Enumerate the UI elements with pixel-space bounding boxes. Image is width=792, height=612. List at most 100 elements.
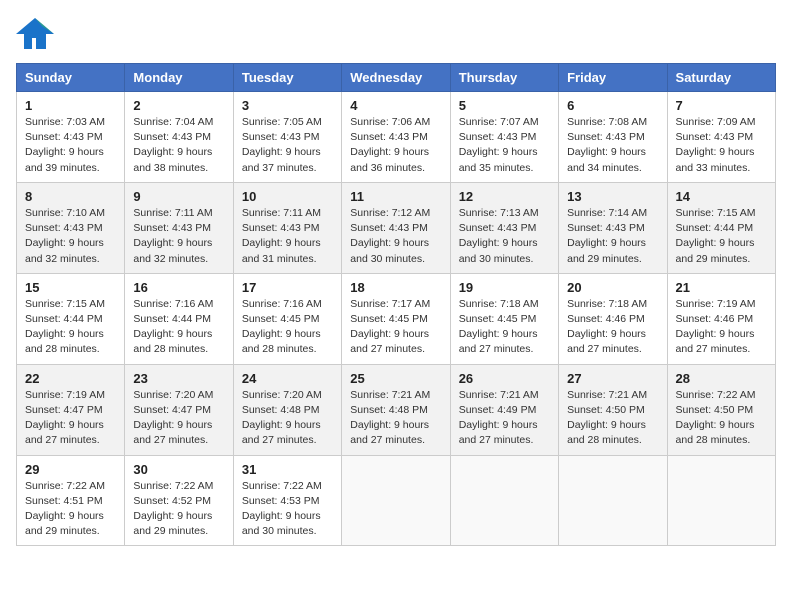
day-number: 28: [676, 371, 767, 386]
day-info: Sunrise: 7:18 AMSunset: 4:46 PMDaylight:…: [567, 297, 658, 358]
day-info: Sunrise: 7:13 AMSunset: 4:43 PMDaylight:…: [459, 206, 550, 267]
col-header-thursday: Thursday: [450, 64, 558, 92]
day-info: Sunrise: 7:18 AMSunset: 4:45 PMDaylight:…: [459, 297, 550, 358]
day-info: Sunrise: 7:20 AMSunset: 4:48 PMDaylight:…: [242, 388, 333, 449]
col-header-wednesday: Wednesday: [342, 64, 450, 92]
calendar-cell: 30 Sunrise: 7:22 AMSunset: 4:52 PMDayligh…: [125, 455, 233, 546]
col-header-monday: Monday: [125, 64, 233, 92]
col-header-saturday: Saturday: [667, 64, 775, 92]
calendar-cell: 8 Sunrise: 7:10 AMSunset: 4:43 PMDaylight…: [17, 182, 125, 273]
calendar-week-2: 8 Sunrise: 7:10 AMSunset: 4:43 PMDaylight…: [17, 182, 776, 273]
day-info: Sunrise: 7:16 AMSunset: 4:44 PMDaylight:…: [133, 297, 224, 358]
day-info: Sunrise: 7:22 AMSunset: 4:52 PMDaylight:…: [133, 479, 224, 540]
day-info: Sunrise: 7:11 AMSunset: 4:43 PMDaylight:…: [133, 206, 224, 267]
day-info: Sunrise: 7:06 AMSunset: 4:43 PMDaylight:…: [350, 115, 441, 176]
calendar-cell: 11 Sunrise: 7:12 AMSunset: 4:43 PMDayligh…: [342, 182, 450, 273]
day-info: Sunrise: 7:22 AMSunset: 4:51 PMDaylight:…: [25, 479, 116, 540]
calendar-cell: 3 Sunrise: 7:05 AMSunset: 4:43 PMDaylight…: [233, 92, 341, 183]
day-info: Sunrise: 7:10 AMSunset: 4:43 PMDaylight:…: [25, 206, 116, 267]
day-number: 19: [459, 280, 550, 295]
logo-bird-icon: [16, 16, 54, 55]
calendar-week-3: 15 Sunrise: 7:15 AMSunset: 4:44 PMDayligh…: [17, 273, 776, 364]
day-number: 12: [459, 189, 550, 204]
calendar-cell: 5Sunrise: 7:07 AMSunset: 4:43 PMDaylight…: [450, 92, 558, 183]
calendar-cell: 23 Sunrise: 7:20 AMSunset: 4:47 PMDayligh…: [125, 364, 233, 455]
calendar-cell: 18 Sunrise: 7:17 AMSunset: 4:45 PMDayligh…: [342, 273, 450, 364]
calendar-cell: 28 Sunrise: 7:22 AMSunset: 4:50 PMDayligh…: [667, 364, 775, 455]
col-header-tuesday: Tuesday: [233, 64, 341, 92]
calendar-cell: 15 Sunrise: 7:15 AMSunset: 4:44 PMDayligh…: [17, 273, 125, 364]
day-info: Sunrise: 7:21 AMSunset: 4:48 PMDaylight:…: [350, 388, 441, 449]
day-info: Sunrise: 7:22 AMSunset: 4:53 PMDaylight:…: [242, 479, 333, 540]
day-number: 30: [133, 462, 224, 477]
day-number: 31: [242, 462, 333, 477]
day-number: 13: [567, 189, 658, 204]
day-number: 8: [25, 189, 116, 204]
calendar-cell: [450, 455, 558, 546]
calendar-cell: 12 Sunrise: 7:13 AMSunset: 4:43 PMDayligh…: [450, 182, 558, 273]
calendar-cell: 9Sunrise: 7:11 AMSunset: 4:43 PMDaylight…: [125, 182, 233, 273]
calendar-cell: 4 Sunrise: 7:06 AMSunset: 4:43 PMDaylight…: [342, 92, 450, 183]
calendar-cell: 17Sunrise: 7:16 AMSunset: 4:45 PMDayligh…: [233, 273, 341, 364]
calendar-cell: 26 Sunrise: 7:21 AMSunset: 4:49 PMDayligh…: [450, 364, 558, 455]
calendar-week-4: 22 Sunrise: 7:19 AMSunset: 4:47 PMDayligh…: [17, 364, 776, 455]
day-number: 11: [350, 189, 441, 204]
day-number: 7: [676, 98, 767, 113]
calendar-cell: 10Sunrise: 7:11 AMSunset: 4:43 PMDayligh…: [233, 182, 341, 273]
day-number: 17: [242, 280, 333, 295]
day-info: Sunrise: 7:08 AMSunset: 4:43 PMDaylight:…: [567, 115, 658, 176]
calendar-table: SundayMondayTuesdayWednesdayThursdayFrid…: [16, 63, 776, 546]
day-number: 2: [133, 98, 224, 113]
calendar-cell: 7Sunrise: 7:09 AMSunset: 4:43 PMDaylight…: [667, 92, 775, 183]
day-number: 4: [350, 98, 441, 113]
col-header-sunday: Sunday: [17, 64, 125, 92]
day-info: Sunrise: 7:17 AMSunset: 4:45 PMDaylight:…: [350, 297, 441, 358]
day-number: 26: [459, 371, 550, 386]
day-number: 1: [25, 98, 116, 113]
calendar-cell: 29 Sunrise: 7:22 AMSunset: 4:51 PMDayligh…: [17, 455, 125, 546]
day-number: 3: [242, 98, 333, 113]
calendar-cell: 14Sunrise: 7:15 AMSunset: 4:44 PMDayligh…: [667, 182, 775, 273]
logo: [16, 16, 58, 55]
day-number: 15: [25, 280, 116, 295]
day-info: Sunrise: 7:05 AMSunset: 4:43 PMDaylight:…: [242, 115, 333, 176]
calendar-cell: 6Sunrise: 7:08 AMSunset: 4:43 PMDaylight…: [559, 92, 667, 183]
page-header: [16, 16, 776, 55]
calendar-cell: 1 Sunrise: 7:03 AMSunset: 4:43 PMDaylight…: [17, 92, 125, 183]
col-header-friday: Friday: [559, 64, 667, 92]
day-number: 25: [350, 371, 441, 386]
calendar-week-1: 1 Sunrise: 7:03 AMSunset: 4:43 PMDaylight…: [17, 92, 776, 183]
calendar-cell: 31 Sunrise: 7:22 AMSunset: 4:53 PMDayligh…: [233, 455, 341, 546]
day-info: Sunrise: 7:15 AMSunset: 4:44 PMDaylight:…: [25, 297, 116, 358]
day-info: Sunrise: 7:20 AMSunset: 4:47 PMDaylight:…: [133, 388, 224, 449]
day-number: 29: [25, 462, 116, 477]
calendar-cell: 24Sunrise: 7:20 AMSunset: 4:48 PMDayligh…: [233, 364, 341, 455]
calendar-cell: 13Sunrise: 7:14 AMSunset: 4:43 PMDayligh…: [559, 182, 667, 273]
day-info: Sunrise: 7:04 AMSunset: 4:43 PMDaylight:…: [133, 115, 224, 176]
calendar-week-5: 29 Sunrise: 7:22 AMSunset: 4:51 PMDayligh…: [17, 455, 776, 546]
day-number: 10: [242, 189, 333, 204]
day-info: Sunrise: 7:03 AMSunset: 4:43 PMDaylight:…: [25, 115, 116, 176]
day-number: 23: [133, 371, 224, 386]
day-number: 22: [25, 371, 116, 386]
day-number: 27: [567, 371, 658, 386]
day-number: 5: [459, 98, 550, 113]
calendar-cell: [342, 455, 450, 546]
calendar-cell: 2 Sunrise: 7:04 AMSunset: 4:43 PMDaylight…: [125, 92, 233, 183]
day-info: Sunrise: 7:19 AMSunset: 4:46 PMDaylight:…: [676, 297, 767, 358]
day-number: 18: [350, 280, 441, 295]
calendar-cell: 20Sunrise: 7:18 AMSunset: 4:46 PMDayligh…: [559, 273, 667, 364]
calendar-cell: 27Sunrise: 7:21 AMSunset: 4:50 PMDayligh…: [559, 364, 667, 455]
calendar-cell: [559, 455, 667, 546]
day-info: Sunrise: 7:22 AMSunset: 4:50 PMDaylight:…: [676, 388, 767, 449]
calendar-header-row: SundayMondayTuesdayWednesdayThursdayFrid…: [17, 64, 776, 92]
day-info: Sunrise: 7:15 AMSunset: 4:44 PMDaylight:…: [676, 206, 767, 267]
day-info: Sunrise: 7:21 AMSunset: 4:49 PMDaylight:…: [459, 388, 550, 449]
calendar-cell: 25 Sunrise: 7:21 AMSunset: 4:48 PMDayligh…: [342, 364, 450, 455]
day-info: Sunrise: 7:19 AMSunset: 4:47 PMDaylight:…: [25, 388, 116, 449]
calendar-cell: 19 Sunrise: 7:18 AMSunset: 4:45 PMDayligh…: [450, 273, 558, 364]
calendar-cell: 22 Sunrise: 7:19 AMSunset: 4:47 PMDayligh…: [17, 364, 125, 455]
calendar-cell: [667, 455, 775, 546]
day-info: Sunrise: 7:12 AMSunset: 4:43 PMDaylight:…: [350, 206, 441, 267]
calendar-cell: 21Sunrise: 7:19 AMSunset: 4:46 PMDayligh…: [667, 273, 775, 364]
